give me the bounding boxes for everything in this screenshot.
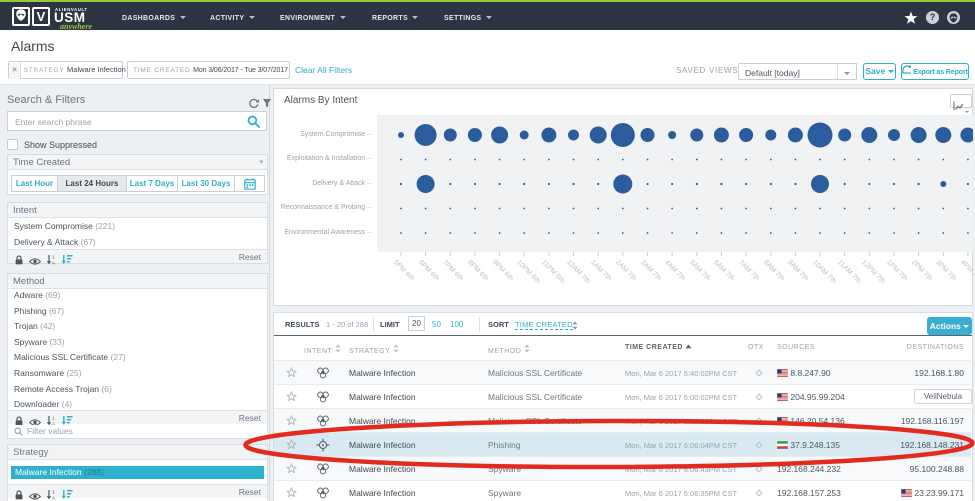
svg-text:1: 1	[52, 416, 55, 421]
svg-text:1: 1	[52, 255, 55, 260]
svg-text:1: 1	[52, 490, 55, 495]
svg-text:A: A	[52, 260, 56, 265]
svg-text:A: A	[52, 495, 56, 500]
